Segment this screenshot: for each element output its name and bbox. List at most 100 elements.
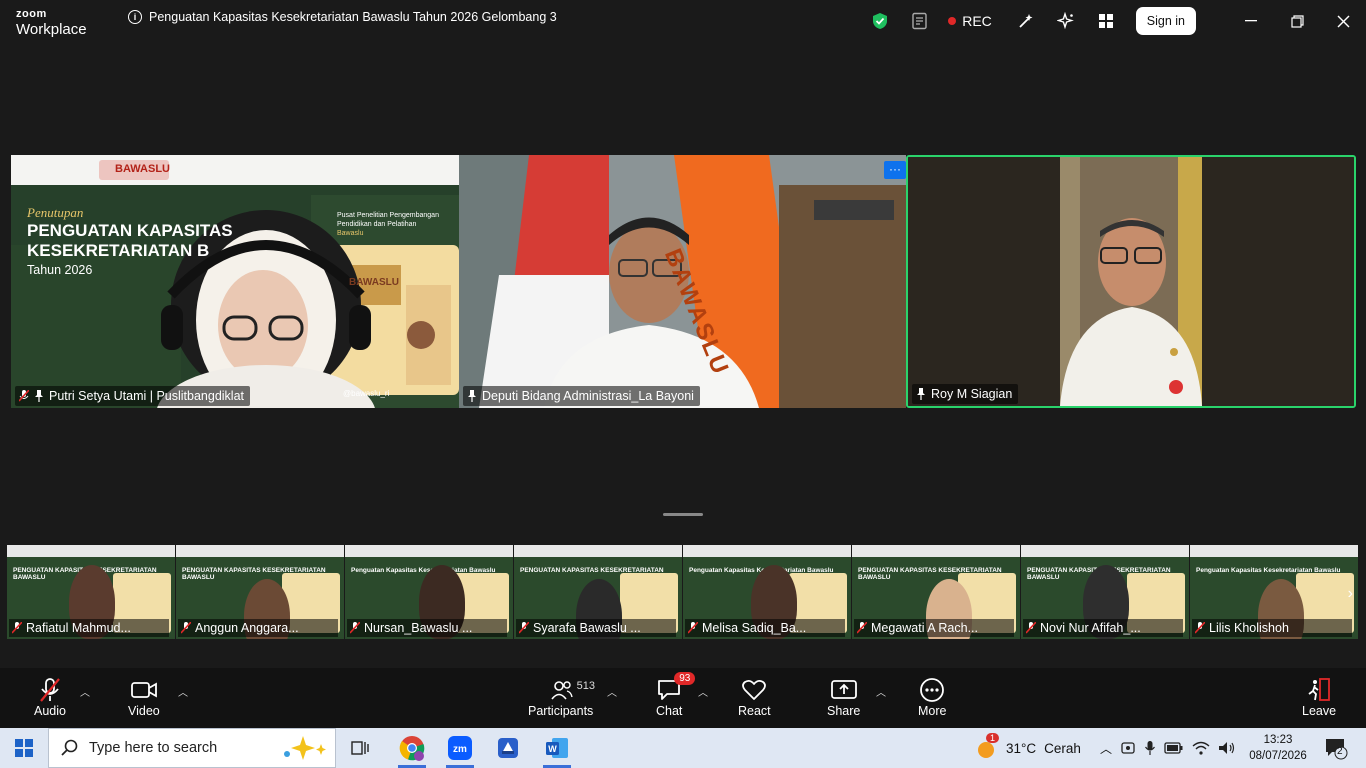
notes-icon[interactable]: [900, 0, 940, 42]
share-screen-icon: [830, 676, 858, 704]
weather-temp: 31°C: [1006, 740, 1037, 756]
snipping-tool-taskbar-icon[interactable]: [484, 728, 532, 768]
video-options-chevron-icon[interactable]: ︿: [178, 684, 188, 699]
restore-icon[interactable]: [1274, 0, 1320, 42]
participants-button[interactable]: 513 Participants: [528, 676, 596, 718]
react-button[interactable]: React: [738, 676, 771, 718]
pin-icon: [917, 388, 925, 400]
filmstrip-thumbnail[interactable]: Penguatan Kapasitas Kesekretariatan Bawa…: [683, 545, 852, 639]
slide-org-line-2: Pendidikan dan Pelatihan: [337, 221, 417, 228]
mic-muted-icon: [19, 390, 29, 402]
video-tile-3-active-speaker[interactable]: Roy M Siagian: [906, 155, 1356, 408]
svg-text:W: W: [548, 744, 557, 754]
windows-start-icon[interactable]: [0, 728, 48, 768]
volume-icon[interactable]: [1218, 741, 1236, 755]
participant-name-tag: Putri Setya Utami | Puslitbangdiklat: [15, 386, 251, 406]
video-button[interactable]: Video: [128, 676, 160, 718]
chrome-taskbar-icon[interactable]: [388, 728, 436, 768]
slide-sign-text: BAWASLU: [349, 277, 399, 288]
taskbar-clock[interactable]: 13:23 08/07/2026: [1244, 732, 1312, 764]
chat-options-chevron-icon[interactable]: ︿: [698, 684, 708, 699]
title-bar-actions: REC Sign in: [860, 0, 1366, 42]
leave-button[interactable]: Leave: [1302, 676, 1336, 718]
magic-wand-icon[interactable]: [1006, 0, 1046, 42]
close-icon[interactable]: [1320, 0, 1366, 42]
task-view-icon[interactable]: [336, 728, 384, 768]
search-placeholder: Type here to search: [89, 740, 218, 756]
mic-muted-icon: [1195, 622, 1205, 634]
filmstrip-thumbnail[interactable]: Penguatan Kapasitas Kesekretariatan Bawa…: [1190, 545, 1359, 639]
battery-icon[interactable]: [1164, 741, 1184, 755]
mic-muted-icon: [38, 676, 62, 704]
meeting-toolbar: Audio ︿ Video ︿ 513 Participants ︿ 93 Ch…: [0, 668, 1366, 728]
weather-widget[interactable]: 1 31°C Cerah: [976, 728, 1081, 768]
slide-org-line-1: Pusat Penelitian Pengembangan: [337, 212, 439, 219]
participants-options-chevron-icon[interactable]: ︿: [607, 684, 617, 699]
thumbnail-name-tag: Megawati A Rach...: [854, 619, 1014, 637]
pin-icon: [35, 390, 43, 402]
chat-button[interactable]: 93 Chat: [656, 672, 696, 718]
thumbnail-participant-name: Lilis Kholishoh: [1209, 621, 1289, 635]
mic-muted-icon: [857, 622, 867, 634]
slide-heading-2: KESEKRETARIATAN B: [27, 241, 210, 260]
filmstrip-thumbnail[interactable]: PENGUATAN KAPASITAS KESEKRETARIATAN BAWA…: [1021, 545, 1190, 639]
more-button[interactable]: More: [918, 676, 946, 718]
filmstrip-thumbnail[interactable]: PENGUATAN KAPASITAS KESEKRETARIATAN BAWA…: [7, 545, 176, 639]
video-tile-1[interactable]: Penutupan PENGUATAN KAPASITAS KESEKRETAR…: [11, 155, 459, 408]
slide-subtitle: Penutupan: [27, 205, 84, 220]
recording-dot-icon: [948, 17, 957, 25]
minimize-icon[interactable]: [1228, 0, 1274, 42]
recording-indicator[interactable]: REC: [948, 13, 992, 29]
share-button[interactable]: Share: [827, 676, 860, 718]
thumbnail-slide-header: [1190, 545, 1358, 557]
mic-muted-icon: [350, 622, 360, 634]
sign-in-button[interactable]: Sign in: [1135, 7, 1196, 35]
filmstrip-thumbnail[interactable]: Penguatan Kapasitas Kesekretariatan Bawa…: [345, 545, 514, 639]
filmstrip-thumbnail[interactable]: PENGUATAN KAPASITAS KESEKRETARIATAN BAWA…: [176, 545, 345, 639]
participant-name: Deputi Bidang Administrasi_La Bayoni: [482, 389, 694, 403]
microphone-icon[interactable]: [1144, 740, 1156, 756]
participants-count: 513: [576, 680, 596, 692]
slide-org-line-3: Bawaslu: [337, 230, 364, 237]
zoom-window: zoom Workplace i Penguatan Kapasitas Kes…: [0, 0, 1366, 728]
share-options-chevron-icon[interactable]: ︿: [876, 684, 886, 699]
participants-label: Participants: [528, 704, 594, 718]
show-hidden-icons-chevron-icon[interactable]: ︿: [1100, 740, 1112, 757]
audio-options-chevron-icon[interactable]: ︿: [80, 684, 90, 699]
mic-muted-icon: [519, 622, 529, 634]
info-icon[interactable]: i: [128, 10, 142, 24]
security-shield-icon[interactable]: [860, 0, 900, 42]
chat-unread-badge: 93: [674, 672, 696, 685]
word-taskbar-icon[interactable]: W: [533, 728, 581, 768]
tile-more-button[interactable]: ···: [884, 161, 906, 179]
mic-muted-icon: [688, 622, 698, 634]
slide-org-text: Pusat Penelitian Pengembangan Pendidikan…: [337, 211, 439, 238]
audio-button[interactable]: Audio: [34, 676, 66, 718]
filmstrip: PENGUATAN KAPASITAS KESEKRETARIATAN BAWA…: [7, 545, 1359, 639]
video-frame: [908, 157, 1354, 406]
meeting-title-area[interactable]: i Penguatan Kapasitas Kesekretariatan Ba…: [128, 10, 557, 24]
notification-count: 2: [1337, 746, 1343, 757]
participant-name-tag: Roy M Siagian: [912, 384, 1019, 404]
thumbnail-name-tag: Rafiatul Mahmud...: [9, 619, 169, 637]
thumbnail-participant-name: Novi Nur Afifah_...: [1040, 621, 1141, 635]
weather-icon: 1: [976, 733, 1000, 759]
video-tile-2[interactable]: BAWASLU ··· Deputi Bidang Administrasi_L…: [459, 155, 906, 408]
filmstrip-next-chevron-icon[interactable]: ›: [1348, 585, 1353, 603]
search-highlight-icon: [284, 736, 326, 760]
notification-center-icon[interactable]: 2: [1324, 736, 1348, 765]
apps-grid-icon[interactable]: [1086, 0, 1126, 42]
video-camera-icon: [130, 676, 158, 704]
search-icon: [61, 739, 78, 756]
filmstrip-thumbnail[interactable]: PENGUATAN KAPASITAS KESEKRETARIATAN BAWA…: [852, 545, 1021, 639]
filmstrip-thumbnail[interactable]: PENGUATAN KAPASITAS KESEKRETARIATAN Syara…: [514, 545, 683, 639]
ai-companion-icon[interactable]: [1046, 0, 1086, 42]
resize-handle[interactable]: [663, 513, 703, 516]
taskbar-search-box[interactable]: Type here to search: [48, 728, 336, 768]
meet-now-icon[interactable]: [1120, 740, 1136, 756]
zoom-taskbar-icon[interactable]: zm: [436, 728, 484, 768]
thumbnail-name-tag: Lilis Kholishoh: [1192, 619, 1352, 637]
wifi-icon[interactable]: [1192, 741, 1210, 755]
thumbnail-participant-name: Syarafa Bawaslu ...: [533, 621, 641, 635]
meeting-title: Penguatan Kapasitas Kesekretariatan Bawa…: [149, 10, 557, 24]
